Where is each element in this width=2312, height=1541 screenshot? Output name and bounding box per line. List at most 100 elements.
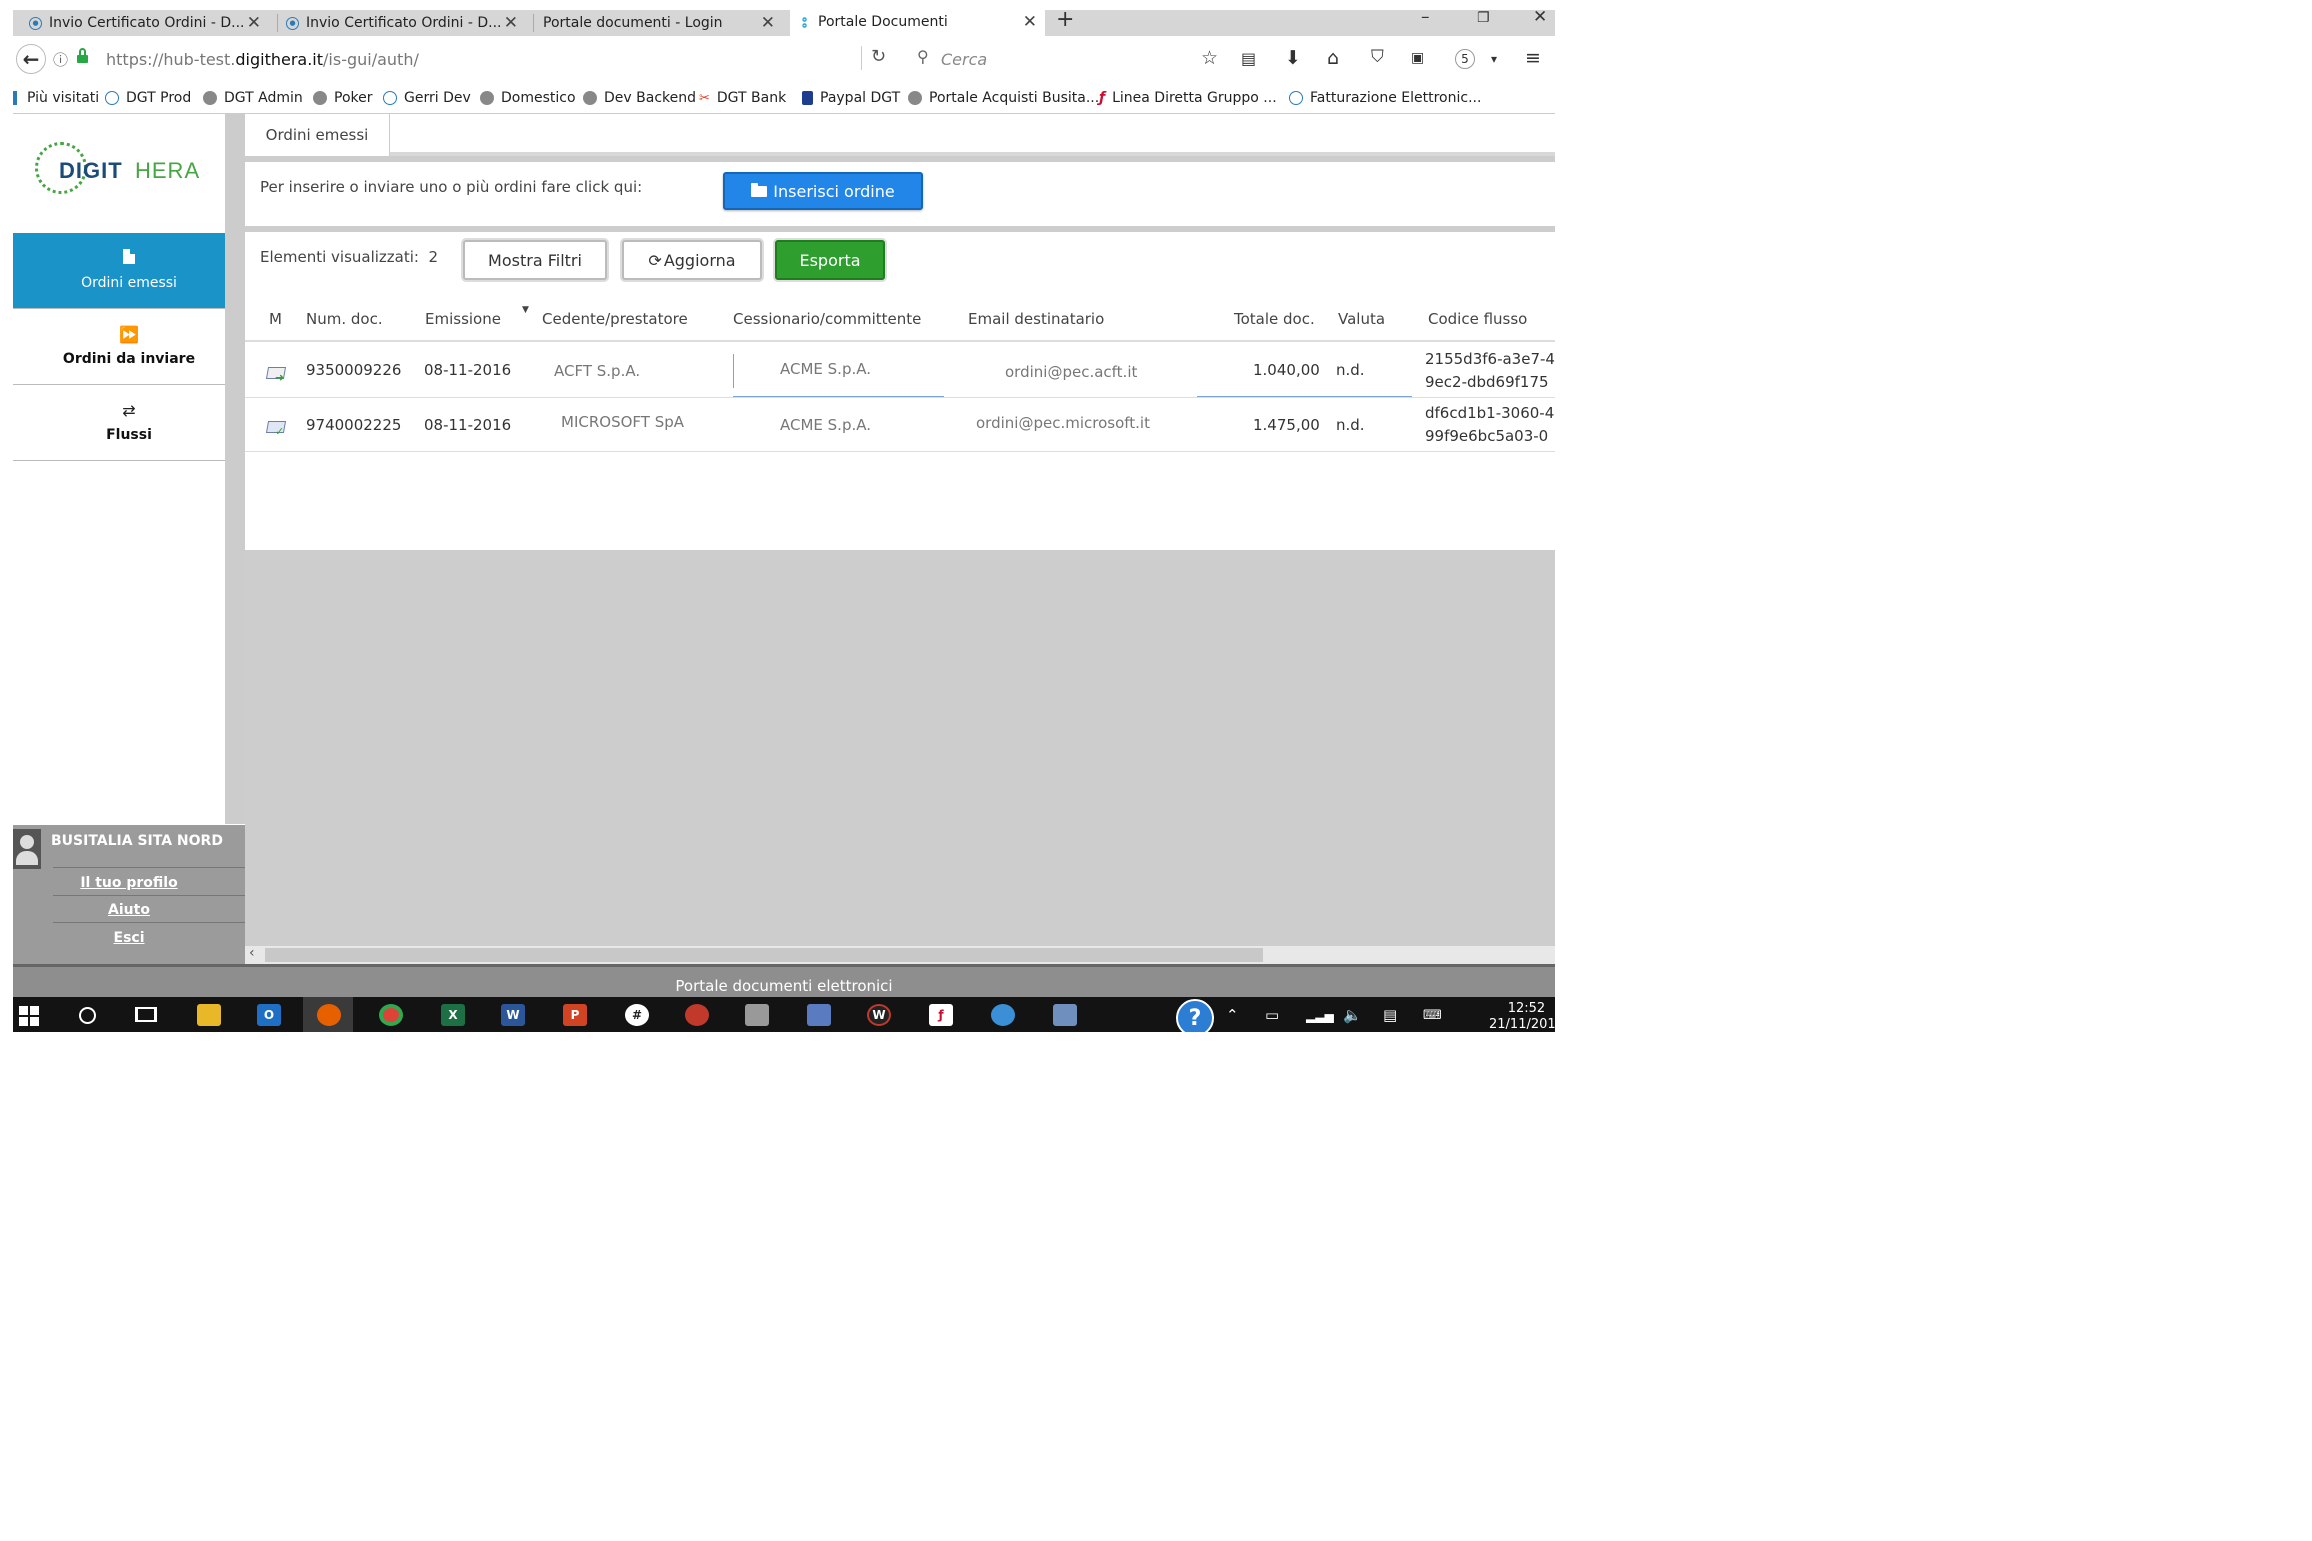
table-row[interactable]: ✓ 9740002225 08-11-2016 MICROSOFT SpA AC… <box>245 398 1555 452</box>
close-tab-icon[interactable]: ✕ <box>504 13 518 33</box>
column-header-cessionario[interactable]: Cessionario/committente <box>733 310 921 328</box>
column-header-num-doc[interactable]: Num. doc. <box>306 310 383 328</box>
cell-num-doc: 9740002225 <box>306 416 402 434</box>
windows-start-icon[interactable] <box>19 1006 39 1026</box>
column-header-email[interactable]: Email destinatario <box>968 310 1104 328</box>
column-header-cedente[interactable]: Cedente/prestatore <box>542 310 688 328</box>
bookmark-item[interactable]: Dev Backend <box>583 90 696 106</box>
chevron-down-icon[interactable]: ▾ <box>1491 52 1497 66</box>
horizontal-scrollbar[interactable]: ‹ <box>245 945 1555 964</box>
chrome-icon[interactable] <box>379 1004 403 1026</box>
scrollbar-thumb[interactable] <box>265 948 1263 962</box>
help-question-icon[interactable]: ? <box>1176 999 1214 1032</box>
browser-tab-4-active[interactable]: ⦂ Portale Documenti ✕ <box>790 10 1045 36</box>
bookmark-label: Linea Diretta Gruppo ... <box>1112 90 1277 106</box>
profile-badge[interactable]: 5 <box>1455 49 1475 69</box>
battery-icon[interactable]: ▭ <box>1265 1006 1279 1024</box>
minimize-icon[interactable]: – <box>1421 10 1430 27</box>
swap-arrows-icon: ⇄ <box>122 401 136 420</box>
url-field[interactable]: https://hub-test.digithera.it/is-gui/aut… <box>106 50 419 69</box>
task-view-icon[interactable] <box>135 1007 157 1022</box>
table-row[interactable]: ➜ 9350009226 08-11-2016 ACFT S.p.A. ACME… <box>245 344 1555 398</box>
profile-link[interactable]: Il tuo profilo <box>13 875 245 891</box>
insert-order-button[interactable]: Inserisci ordine <box>723 172 923 210</box>
remote-app-icon[interactable] <box>1053 1004 1077 1026</box>
restore-icon[interactable]: ❐ <box>1477 10 1490 26</box>
new-tab-icon[interactable]: + <box>1056 10 1074 32</box>
network-signal-icon[interactable]: ▂▃▅ <box>1306 1009 1334 1023</box>
column-header-valuta[interactable]: Valuta <box>1338 310 1385 328</box>
bookmark-item[interactable]: Domestico <box>480 90 576 106</box>
powerpoint-icon[interactable]: P <box>563 1004 587 1026</box>
bookmark-star-icon[interactable]: ☆ <box>1201 47 1218 69</box>
globe-icon: ● <box>286 16 299 30</box>
refresh-button[interactable]: ⟳ Aggiorna <box>622 240 762 280</box>
taskbar-clock[interactable]: 12:52 21/11/2016 <box>1489 1001 1555 1032</box>
avatar-icon <box>13 829 41 869</box>
sidebar-item-flussi[interactable]: ⇄ Flussi <box>13 385 245 461</box>
bookmark-item[interactable]: Poker <box>313 90 373 106</box>
close-tab-icon[interactable]: ✕ <box>247 13 261 33</box>
reload-icon[interactable]: ↻ <box>871 46 886 67</box>
sidebar-item-ordini-emessi[interactable]: Ordini emessi <box>13 233 245 309</box>
browser-tab-3[interactable]: Portale documenti - Login ✕ <box>535 10 783 36</box>
tray-chevron-icon[interactable]: ⌃ <box>1226 1006 1239 1024</box>
close-tab-icon[interactable]: ✕ <box>1023 12 1037 32</box>
column-header-emissione[interactable]: Emissione <box>425 310 501 328</box>
info-icon[interactable]: ⓘ <box>53 49 68 70</box>
notifications-icon[interactable]: ▤ <box>1383 1006 1397 1024</box>
bookmark-label: DGT Prod <box>126 90 192 106</box>
sidebar-item-ordini-da-inviare[interactable]: ⏩ Ordini da inviare <box>13 309 245 385</box>
excel-icon[interactable]: X <box>441 1004 465 1026</box>
menu-icon[interactable]: ≡ <box>1525 47 1541 69</box>
download-icon[interactable]: ⬇ <box>1285 47 1301 69</box>
extension-icon[interactable]: ▣ <box>1411 50 1424 66</box>
close-tab-icon[interactable]: ✕ <box>761 13 775 33</box>
bookmark-item[interactable]: Gerri Dev <box>383 90 471 106</box>
volume-muted-icon[interactable]: 🔈 <box>1343 1006 1362 1024</box>
keyboard-icon[interactable]: ⌨ <box>1423 1008 1442 1023</box>
column-header-totale[interactable]: Totale doc. <box>1234 310 1315 328</box>
cell-totale: 1.040,00 <box>1253 361 1320 379</box>
file-explorer-icon[interactable] <box>197 1004 221 1026</box>
bookmark-item[interactable]: DGT Prod <box>105 90 191 106</box>
bookmark-item[interactable]: Portale Acquisti Busita... <box>908 90 1099 106</box>
word-icon[interactable]: W <box>501 1004 525 1026</box>
search-input[interactable]: Cerca <box>941 50 987 69</box>
tab-ordini-emessi[interactable]: Ordini emessi <box>245 114 390 156</box>
pocket-icon[interactable]: ⛉ <box>1371 47 1384 67</box>
bookmark-label: Fatturazione Elettronic... <box>1310 90 1482 106</box>
cell-num-doc: 9350009226 <box>306 361 402 379</box>
show-filters-button[interactable]: Mostra Filtri <box>463 240 607 280</box>
bookmark-item[interactable]: Paypal DGT <box>802 90 900 106</box>
w-app-icon[interactable]: W <box>867 1004 891 1026</box>
bookmark-item[interactable]: DGT Admin <box>203 90 303 106</box>
browser-tab-1[interactable]: ● Invio Certificato Ordini - D... ✕ <box>21 10 269 36</box>
bookmark-item[interactable]: ✂ DGT Bank <box>699 90 786 106</box>
browser-tab-2[interactable]: ● Invio Certificato Ordini - D... ✕ <box>278 10 526 36</box>
trenitalia-icon[interactable]: ƒ <box>929 1004 953 1026</box>
reading-list-icon[interactable]: ▤ <box>1241 49 1256 68</box>
firefox-icon[interactable] <box>317 1004 341 1026</box>
bookmark-item[interactable]: ƒ Linea Diretta Gruppo ... <box>1099 90 1277 106</box>
outlook-icon[interactable]: O <box>257 1004 281 1026</box>
slack-icon[interactable]: # <box>625 1004 649 1026</box>
network-app-icon[interactable] <box>807 1004 831 1026</box>
column-header-m[interactable]: M <box>269 310 282 328</box>
bookmark-item[interactable]: Fatturazione Elettronic... <box>1289 90 1481 106</box>
url-domain: digithera.it <box>235 50 324 69</box>
bookmark-item[interactable]: Più visitati <box>13 90 99 106</box>
help-link[interactable]: Aiuto <box>13 902 245 918</box>
scroll-left-icon[interactable]: ‹ <box>249 945 255 961</box>
target-app-icon[interactable] <box>685 1004 709 1026</box>
globe-app-icon[interactable] <box>991 1004 1015 1026</box>
home-icon[interactable]: ⌂ <box>1327 47 1339 69</box>
back-arrow-icon[interactable]: ← <box>16 44 46 74</box>
column-header-codice-flusso[interactable]: Codice flusso <box>1428 310 1527 328</box>
tool-app-icon[interactable] <box>745 1004 769 1026</box>
logout-link[interactable]: Esci <box>13 930 245 946</box>
close-window-icon[interactable]: ✕ <box>1533 10 1547 27</box>
main-tab-bar: Ordini emessi <box>245 114 1555 156</box>
cortana-search-icon[interactable] <box>79 1007 96 1024</box>
export-button[interactable]: Esporta <box>775 240 885 280</box>
